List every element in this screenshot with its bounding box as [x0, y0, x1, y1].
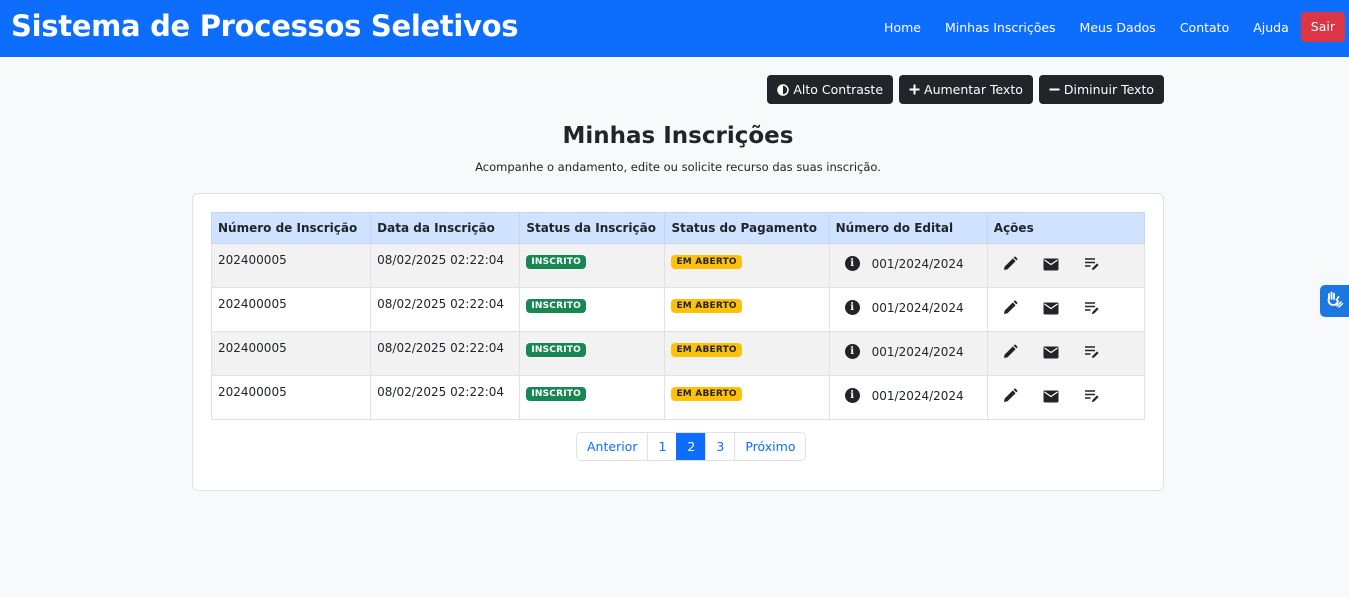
pencil-icon[interactable] — [1001, 255, 1019, 273]
nav-ajuda[interactable]: Ajuda — [1241, 20, 1301, 35]
pagination-page-2[interactable]: 2 — [676, 433, 706, 460]
cell-edital: i 001/2024/2024 — [828, 375, 988, 420]
logout-button[interactable]: Sair — [1300, 12, 1345, 42]
table-row: 202400005 08/02/2025 02:22:04 INSCRITO EM A… — [210, 331, 1146, 376]
envelope-icon[interactable] — [1042, 343, 1060, 361]
sign-language-icon — [1325, 289, 1345, 313]
table-row: 202400005 08/02/2025 02:22:04 INSCRITO EM A… — [210, 375, 1146, 420]
payment-badge: EM ABERTO — [671, 387, 742, 401]
pencil-icon[interactable] — [1001, 387, 1019, 405]
nav-home[interactable]: Home — [872, 20, 933, 35]
edital-number: 001/2024/2024 — [871, 388, 964, 403]
payment-badge: EM ABERTO — [671, 299, 742, 313]
cell-status: INSCRITO — [519, 331, 666, 376]
minus-icon — [1049, 84, 1060, 95]
edital-number: 001/2024/2024 — [871, 256, 964, 271]
edital-number: 001/2024/2024 — [871, 344, 964, 359]
increase-text-button[interactable]: Aumentar Texto — [899, 75, 1033, 104]
cell-pagamento: EM ABERTO — [664, 287, 830, 332]
cell-numero: 202400005 — [210, 375, 372, 420]
payment-badge: EM ABERTO — [671, 255, 742, 269]
accessibility-toolbar: Alto Contraste Aumentar Texto Diminuir T… — [767, 75, 1164, 104]
pagination-page-1[interactable]: 1 — [647, 433, 677, 460]
table-row: 202400005 08/02/2025 02:22:04 INSCRITO EM A… — [210, 287, 1146, 332]
top-navbar: Sistema de Processos Seletivos Home Minh… — [0, 0, 1349, 57]
page-subtitle: Acompanhe o andamento, edite ou solicite… — [475, 160, 881, 174]
inscriptions-card: Número de Inscrição Data da Inscrição St… — [192, 193, 1164, 491]
pagination-prev[interactable]: Anterior — [577, 433, 648, 460]
info-icon[interactable]: i — [844, 256, 860, 271]
status-badge: INSCRITO — [526, 387, 586, 401]
cell-numero: 202400005 — [210, 331, 372, 376]
vlibras-widget-button[interactable] — [1320, 285, 1349, 317]
envelope-icon[interactable] — [1042, 255, 1060, 273]
cell-data: 08/02/2025 02:22:04 — [370, 243, 521, 288]
info-icon[interactable]: i — [844, 300, 860, 315]
cell-pagamento: EM ABERTO — [664, 243, 830, 288]
status-badge: INSCRITO — [526, 343, 586, 357]
cell-data: 08/02/2025 02:22:04 — [370, 331, 521, 376]
cell-status: INSCRITO — [519, 243, 666, 288]
payment-badge: EM ABERTO — [671, 343, 742, 357]
edital-number: 001/2024/2024 — [871, 300, 964, 315]
edit-note-icon[interactable] — [1083, 255, 1101, 273]
decrease-text-label: Diminuir Texto — [1063, 82, 1154, 97]
pencil-icon[interactable] — [1001, 343, 1019, 361]
table-row: 202400005 08/02/2025 02:22:04 INSCRITO EM A… — [210, 243, 1146, 288]
cell-numero: 202400005 — [210, 287, 372, 332]
cell-data: 08/02/2025 02:22:04 — [370, 287, 521, 332]
page-title: Minhas Inscrições — [562, 123, 794, 149]
cell-data: 08/02/2025 02:22:04 — [370, 375, 521, 420]
info-icon[interactable]: i — [844, 344, 860, 359]
high-contrast-label: Alto Contraste — [793, 82, 884, 97]
col-acoes: Ações — [986, 212, 1146, 244]
cell-numero: 202400005 — [210, 243, 372, 288]
cell-acoes — [986, 243, 1146, 288]
cell-acoes — [986, 331, 1146, 376]
cell-status: INSCRITO — [519, 287, 666, 332]
pagination-next[interactable]: Próximo — [734, 433, 806, 460]
col-status: Status da Inscrição — [519, 212, 666, 244]
inscriptions-table: Número de Inscrição Data da Inscrição St… — [210, 212, 1146, 420]
pagination: Anterior 1 2 3 Próximo — [576, 432, 807, 461]
decrease-text-button[interactable]: Diminuir Texto — [1038, 75, 1164, 104]
col-data: Data da Inscrição — [370, 212, 521, 244]
high-contrast-button[interactable]: Alto Contraste — [767, 75, 894, 104]
pencil-icon[interactable] — [1001, 299, 1019, 317]
col-edital: Número do Edital — [828, 212, 988, 244]
cell-pagamento: EM ABERTO — [664, 375, 830, 420]
main-nav: Home Minhas Inscrições Meus Dados Contat… — [872, 12, 1345, 42]
cell-edital: i 001/2024/2024 — [828, 331, 988, 376]
nav-meus-dados[interactable]: Meus Dados — [1068, 20, 1168, 35]
cell-acoes — [986, 375, 1146, 420]
cell-edital: i 001/2024/2024 — [828, 287, 988, 332]
increase-text-label: Aumentar Texto — [924, 82, 1023, 97]
edit-note-icon[interactable] — [1083, 343, 1101, 361]
nav-minhas-inscricoes[interactable]: Minhas Inscrições — [933, 20, 1068, 35]
pagination-page-3[interactable]: 3 — [705, 433, 735, 460]
envelope-icon[interactable] — [1042, 299, 1060, 317]
cell-acoes — [986, 287, 1146, 332]
cell-pagamento: EM ABERTO — [664, 331, 830, 376]
col-numero: Número de Inscrição — [210, 212, 372, 244]
envelope-icon[interactable] — [1042, 387, 1060, 405]
nav-contato[interactable]: Contato — [1168, 20, 1241, 35]
status-badge: INSCRITO — [526, 255, 586, 269]
plus-icon — [909, 84, 920, 95]
status-badge: INSCRITO — [526, 299, 586, 313]
table-header-row: Número de Inscrição Data da Inscrição St… — [210, 212, 1146, 244]
edit-note-icon[interactable] — [1083, 299, 1101, 317]
app-title[interactable]: Sistema de Processos Seletivos — [11, 9, 519, 43]
cell-status: INSCRITO — [519, 375, 666, 420]
cell-edital: i 001/2024/2024 — [828, 243, 988, 288]
info-icon[interactable]: i — [844, 388, 860, 403]
col-pagamento: Status do Pagamento — [664, 212, 830, 244]
contrast-icon — [777, 83, 790, 96]
edit-note-icon[interactable] — [1083, 387, 1101, 405]
